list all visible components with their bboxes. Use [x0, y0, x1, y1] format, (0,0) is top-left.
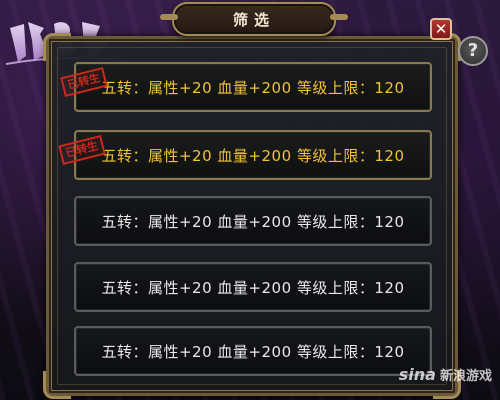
filter-option-label: 五转：属性+20 血量+200 等级上限：120: [101, 278, 405, 297]
filter-option-row[interactable]: 五转：属性+20 血量+200 等级上限：120: [74, 262, 432, 312]
filter-option-row[interactable]: 五转：属性+20 血量+200 等级上限：120: [74, 326, 432, 376]
close-button[interactable]: ✕: [430, 18, 452, 40]
sina-logo-icon: sina: [398, 365, 436, 384]
help-icon: ?: [467, 40, 479, 61]
help-button[interactable]: ?: [458, 36, 488, 66]
frame-corner: [43, 371, 71, 399]
dialog-title: 筛选: [232, 10, 275, 29]
frame-corner: [43, 33, 71, 61]
filter-option-label: 五转：属性+20 血量+200 等级上限：120: [101, 78, 405, 97]
filter-option-label: 五转：属性+20 血量+200 等级上限：120: [101, 342, 405, 361]
filter-option-label: 五转：属性+20 血量+200 等级上限：120: [101, 212, 405, 231]
filter-option-row[interactable]: 五转：属性+20 血量+200 等级上限：120: [74, 130, 432, 180]
dialog-title-banner: 筛选: [160, 2, 348, 36]
filter-option-row[interactable]: 五转：属性+20 血量+200 等级上限：120: [74, 196, 432, 246]
watermark-text: 新浪游戏: [439, 369, 492, 384]
filter-option-label: 五转：属性+20 血量+200 等级上限：120: [101, 146, 405, 165]
filter-option-row[interactable]: 五转：属性+20 血量+200 等级上限：120: [74, 62, 432, 112]
close-icon: ✕: [434, 20, 448, 38]
watermark: sina 新浪游戏: [399, 365, 492, 384]
